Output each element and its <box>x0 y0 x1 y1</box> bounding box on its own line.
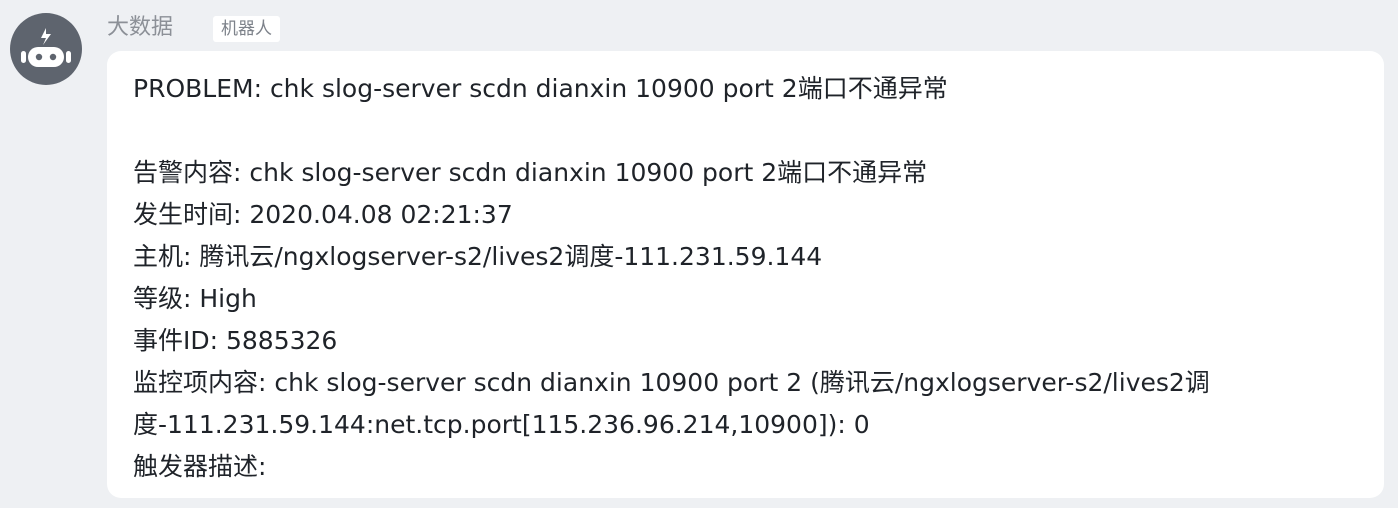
message-line-item-content-continued: 度-111.231.59.144:net.tcp.port[115.236.96… <box>133 410 870 439</box>
message-line-item-content: 监控项内容: chk slog-server scdn dianxin 1090… <box>133 368 1210 397</box>
message-line-event-id: 事件ID: 5885326 <box>133 326 338 355</box>
message-line-time: 发生时间: 2020.04.08 02:21:37 <box>133 200 513 229</box>
message-line-alert-content: 告警内容: chk slog-server scdn dianxin 10900… <box>133 158 928 187</box>
message-bubble[interactable]: PROBLEM: chk slog-server scdn dianxin 10… <box>107 51 1384 498</box>
message-line-trigger-description: 触发器描述: <box>133 452 267 481</box>
robot-icon <box>21 28 71 67</box>
message-line-severity: 等级: High <box>133 284 257 313</box>
message-line-problem: PROBLEM: chk slog-server scdn dianxin 10… <box>133 74 948 103</box>
bot-badge: 机器人 <box>213 16 280 42</box>
message-line-host: 主机: 腾讯云/ngxlogserver-s2/lives2调度-111.231… <box>133 242 823 271</box>
sender-avatar[interactable] <box>10 13 82 85</box>
sender-name[interactable]: 大数据 <box>107 13 173 43</box>
